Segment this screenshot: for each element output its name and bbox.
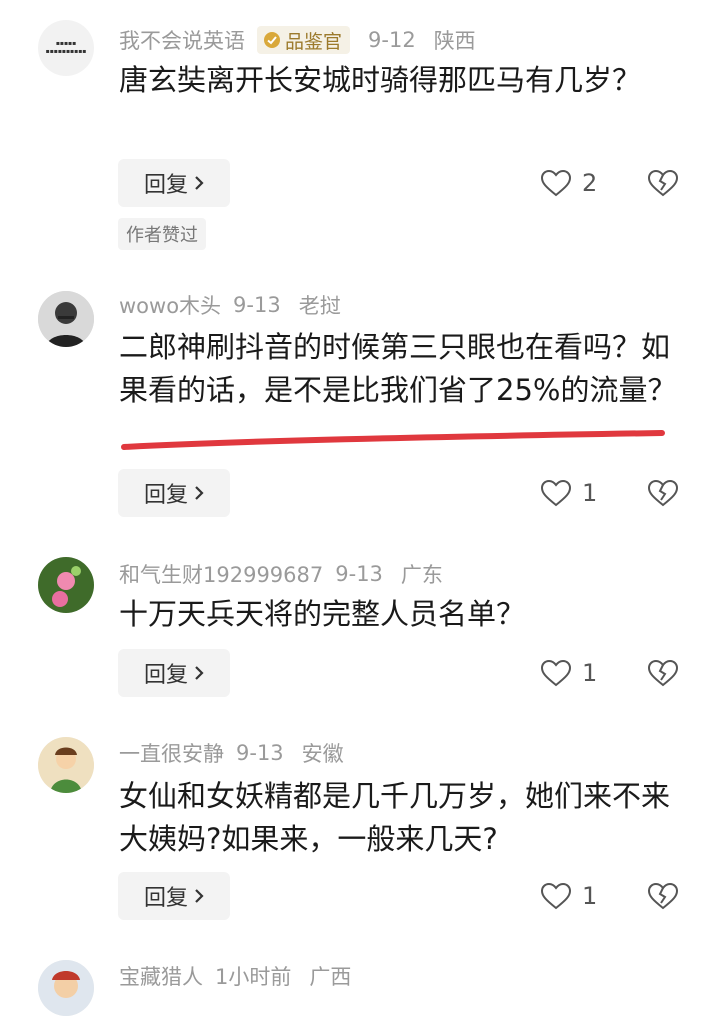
comment-text: 唐玄奘离开长安城时骑得那匹马有几岁？ bbox=[119, 63, 642, 97]
red-underline-annotation bbox=[121, 430, 665, 450]
heart-outline-icon bbox=[540, 169, 572, 197]
avatar-portrait-icon bbox=[38, 291, 94, 347]
like-button[interactable]: 1 bbox=[540, 469, 597, 517]
dislike-button[interactable] bbox=[646, 649, 680, 697]
comment-text: 十万天兵天将的完整人员名单？ bbox=[119, 597, 526, 631]
connoisseur-badge: 品鉴官 bbox=[257, 26, 351, 54]
username[interactable]: 和气生财192999687 bbox=[119, 559, 323, 589]
username[interactable]: 宝藏猎人 bbox=[119, 961, 203, 991]
chevron-right-icon bbox=[195, 889, 204, 903]
broken-heart-icon bbox=[647, 882, 679, 910]
comment-meta: 宝藏猎人 1小时前 广西 bbox=[119, 960, 369, 992]
like-count: 1 bbox=[582, 882, 598, 910]
dislike-button[interactable] bbox=[646, 469, 680, 517]
broken-heart-icon bbox=[647, 479, 679, 507]
reply-label: 回复 bbox=[143, 173, 188, 198]
dislike-button[interactable] bbox=[646, 872, 680, 920]
chevron-right-icon bbox=[195, 176, 204, 190]
heart-outline-icon bbox=[540, 882, 572, 910]
broken-heart-icon bbox=[647, 169, 679, 197]
comment-text: 女仙和女妖精都是几千几万岁，她们来不来大姨妈?如果来，一般来几天? bbox=[119, 779, 671, 856]
comment-date: 1小时前 bbox=[215, 965, 292, 989]
author-liked-tag: 作者赞过 bbox=[118, 218, 206, 250]
avatar[interactable] bbox=[38, 291, 94, 347]
chevron-right-icon bbox=[195, 486, 204, 500]
username[interactable]: 一直很安静 bbox=[119, 738, 224, 768]
reply-button[interactable]: 回复 bbox=[118, 872, 230, 920]
avatar[interactable] bbox=[38, 737, 94, 793]
comment-location: 老挝 bbox=[298, 294, 341, 318]
comment-location: 广西 bbox=[309, 965, 352, 989]
reply-button[interactable]: 回复 bbox=[118, 649, 230, 697]
avatar[interactable] bbox=[38, 960, 94, 1016]
like-count: 1 bbox=[582, 659, 598, 687]
badge-label: 品鉴官 bbox=[285, 30, 343, 53]
comment-date: 9-12 bbox=[368, 28, 416, 52]
comment-meta: 我不会说英语 品鉴官 9-12 陕西 bbox=[119, 24, 494, 56]
comment-location: 安徽 bbox=[301, 742, 344, 766]
comment-date: 9-13 bbox=[233, 293, 281, 317]
like-button[interactable]: 1 bbox=[540, 649, 597, 697]
comment-text: 二郎神刷抖音的时候第三只眼也在看吗？如果看的话，是不是比我们省了25%的流量？ bbox=[119, 330, 677, 407]
verified-badge-icon bbox=[264, 32, 280, 48]
like-button[interactable]: 2 bbox=[540, 159, 597, 207]
chevron-right-icon bbox=[195, 666, 204, 680]
heart-outline-icon bbox=[540, 479, 572, 507]
like-count: 1 bbox=[582, 479, 598, 507]
comment-location: 陕西 bbox=[433, 29, 476, 53]
comment-date: 9-13 bbox=[236, 741, 284, 765]
reply-button[interactable]: 回复 bbox=[118, 159, 230, 207]
avatar[interactable]: ▪▪▪▪▪ ▪▪▪▪▪▪▪▪▪▪ bbox=[38, 20, 94, 76]
reply-label: 回复 bbox=[143, 663, 188, 688]
comment-meta: 一直很安静 9-13 安徽 bbox=[119, 737, 362, 769]
heart-outline-icon bbox=[540, 659, 572, 687]
like-count: 2 bbox=[582, 169, 598, 197]
avatar-logo-text: ▪▪▪▪▪ ▪▪▪▪▪▪▪▪▪▪ bbox=[45, 40, 87, 55]
reply-label: 回复 bbox=[143, 483, 188, 508]
avatar-cartoon-icon bbox=[38, 737, 94, 793]
comment-date: 9-13 bbox=[335, 562, 383, 586]
avatar-flower-icon bbox=[38, 557, 94, 613]
like-button[interactable]: 1 bbox=[540, 872, 597, 920]
broken-heart-icon bbox=[647, 659, 679, 687]
reply-label: 回复 bbox=[143, 886, 188, 911]
username[interactable]: 我不会说英语 bbox=[119, 25, 245, 55]
avatar-cartoon-icon bbox=[38, 960, 94, 1016]
comment-meta: 和气生财192999687 9-13 广东 bbox=[119, 558, 461, 590]
avatar[interactable] bbox=[38, 557, 94, 613]
reply-button[interactable]: 回复 bbox=[118, 469, 230, 517]
comment-meta: wowo木头 9-13 老挝 bbox=[119, 289, 359, 321]
username[interactable]: wowo木头 bbox=[119, 290, 221, 320]
dislike-button[interactable] bbox=[646, 159, 680, 207]
comment-location: 广东 bbox=[400, 563, 443, 587]
